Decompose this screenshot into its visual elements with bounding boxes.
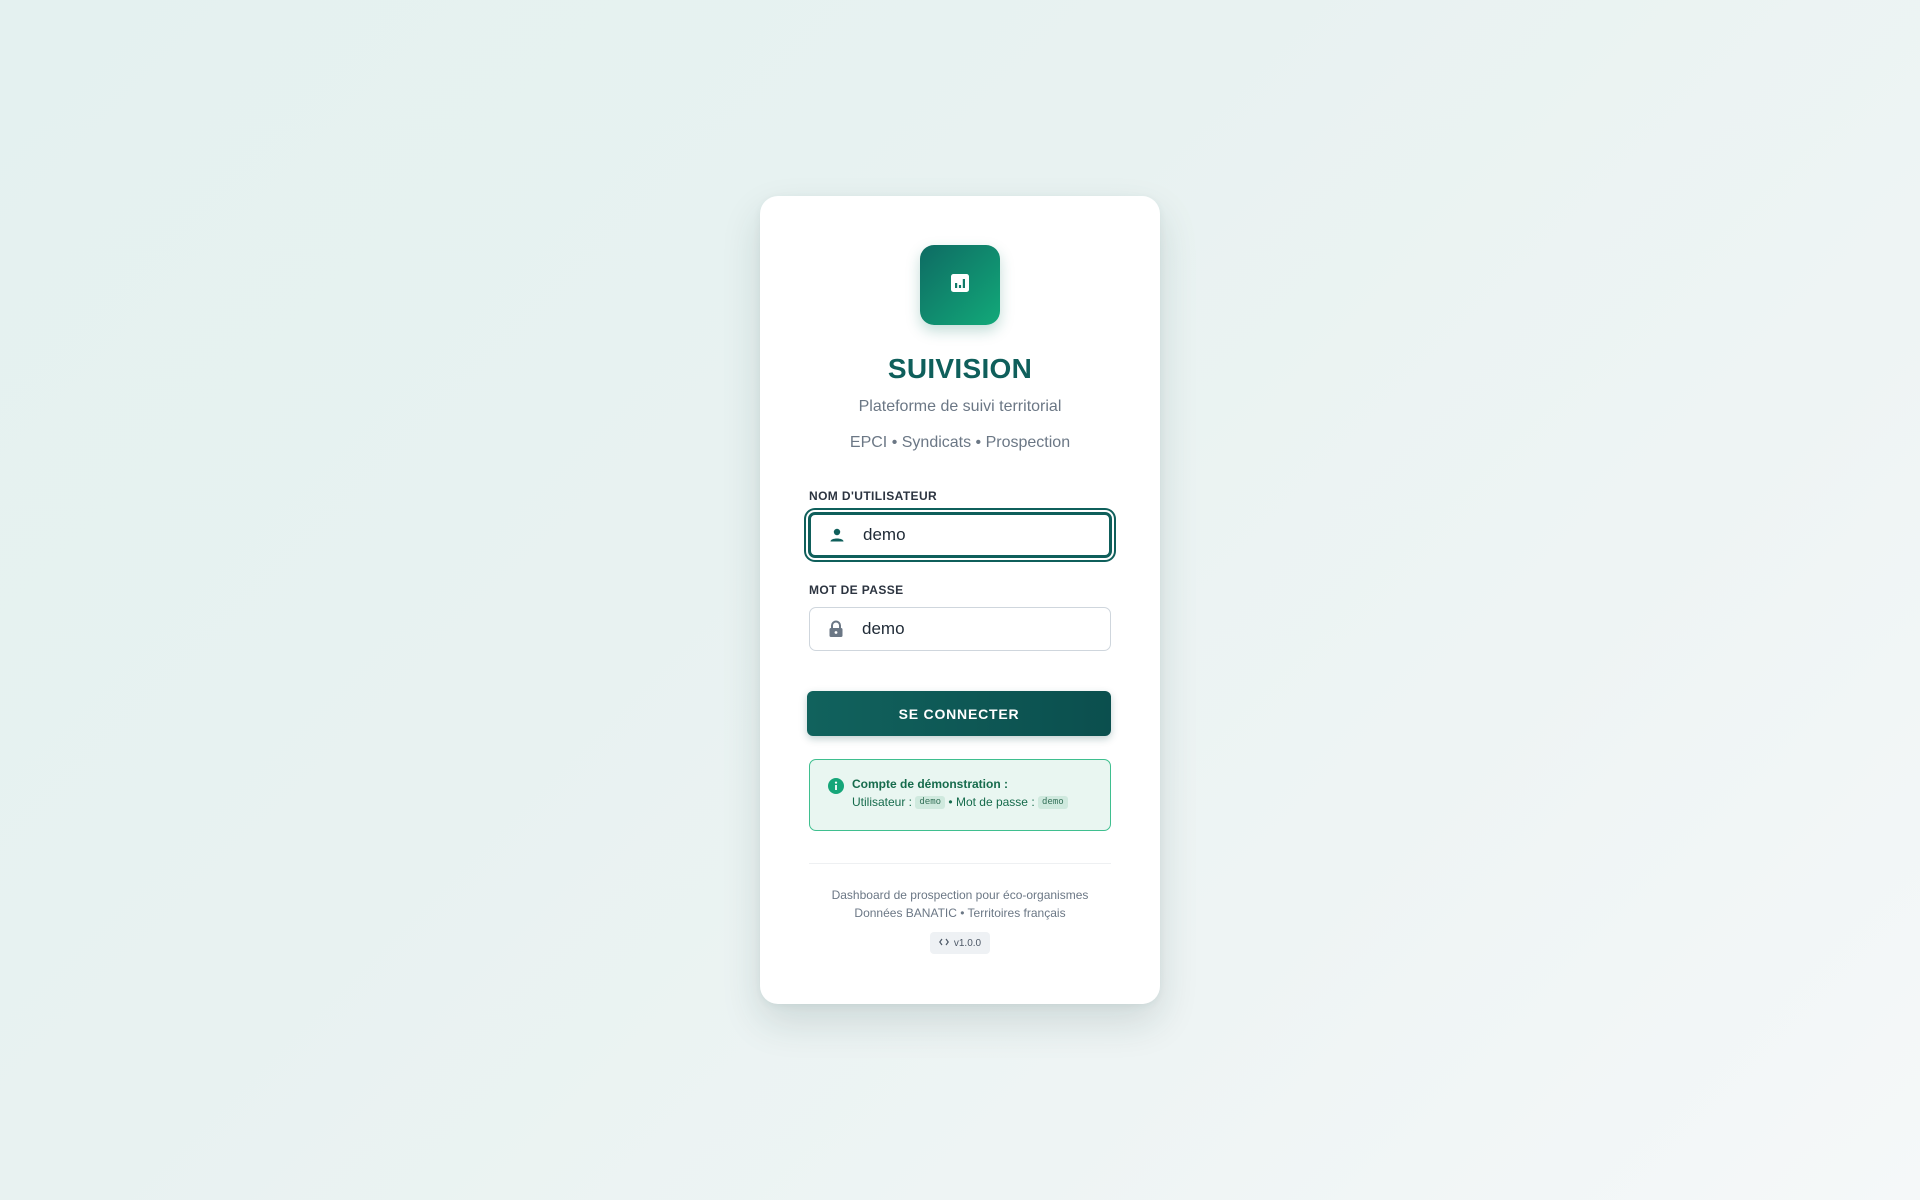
lock-icon [810, 620, 862, 638]
demo-info-box: Compte de démonstration : Utilisateur : … [809, 759, 1111, 831]
bar-chart-icon [950, 273, 970, 298]
password-label: MOT DE PASSE [809, 583, 904, 597]
username-field[interactable]: demo [808, 512, 1112, 558]
demo-password-chip: demo [1038, 796, 1068, 810]
demo-user-chip: demo [915, 796, 946, 810]
login-card: SUIVISION Plateforme de suivi territoria… [760, 196, 1160, 1004]
app-logo [920, 245, 1000, 325]
app-tagline: EPCI • Syndicats • Prospection [849, 434, 1071, 451]
demo-credentials: Utilisateur : demo • Mot de passe : demo [852, 793, 1068, 811]
demo-separator: • Mot de passe : [948, 795, 1035, 809]
version-badge: v1.0.0 [930, 932, 990, 954]
login-button[interactable]: SE CONNECTER [807, 691, 1111, 736]
app-title: SUIVISION [887, 353, 1033, 384]
footer-data-source: Données BANATIC • Territoires français [854, 906, 1066, 920]
divider [809, 863, 1111, 864]
footer-description: Dashboard de prospection pour éco-organi… [831, 888, 1089, 902]
password-input[interactable]: demo [862, 619, 905, 639]
username-input[interactable]: demo [863, 525, 906, 545]
user-icon [811, 527, 863, 543]
demo-user-prefix: Utilisateur : [852, 795, 913, 809]
version-text: v1.0.0 [953, 937, 982, 949]
code-icon [938, 938, 954, 949]
password-field[interactable]: demo [809, 607, 1111, 651]
demo-heading: Compte de démonstration : [852, 777, 1009, 791]
app-subtitle: Plateforme de suivi territorial [858, 398, 1062, 415]
info-icon [828, 778, 844, 799]
username-label: NOM D'UTILISATEUR [809, 489, 938, 503]
